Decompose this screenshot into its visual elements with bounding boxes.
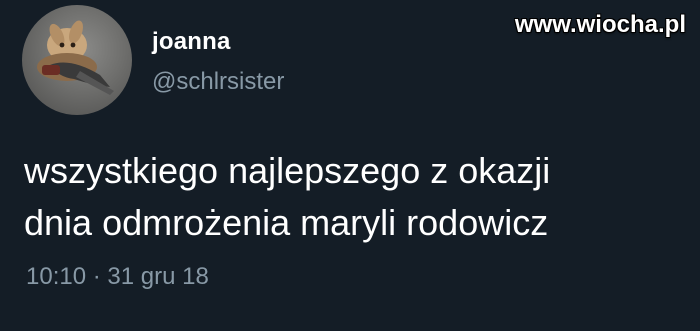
user-handle[interactable]: @schlrsister (152, 67, 284, 97)
tweet-time: 10:10 (26, 263, 87, 290)
tweet-text-line-1: wszystkiego najlepszego z okazji (24, 150, 551, 191)
meta-separator: · (92, 263, 101, 290)
rabbit-icon (37, 20, 114, 95)
tweet-text: wszystkiego najlepszego z okazji dnia od… (24, 145, 684, 249)
tweet-date: 31 gru 18 (107, 263, 209, 290)
tweet-card: joanna @schlrsister www.wiocha.pl wszyst… (0, 0, 700, 331)
tweet-timestamp[interactable]: 10:10 · 31 gru 18 (26, 262, 209, 292)
tweet-text-line-2: dnia odmrożenia maryli rodowicz (24, 202, 549, 243)
display-name[interactable]: joanna (152, 27, 284, 57)
watermark: www.wiocha.pl (514, 11, 686, 38)
avatar[interactable] (22, 5, 132, 115)
user-block: joanna @schlrsister (152, 27, 284, 97)
